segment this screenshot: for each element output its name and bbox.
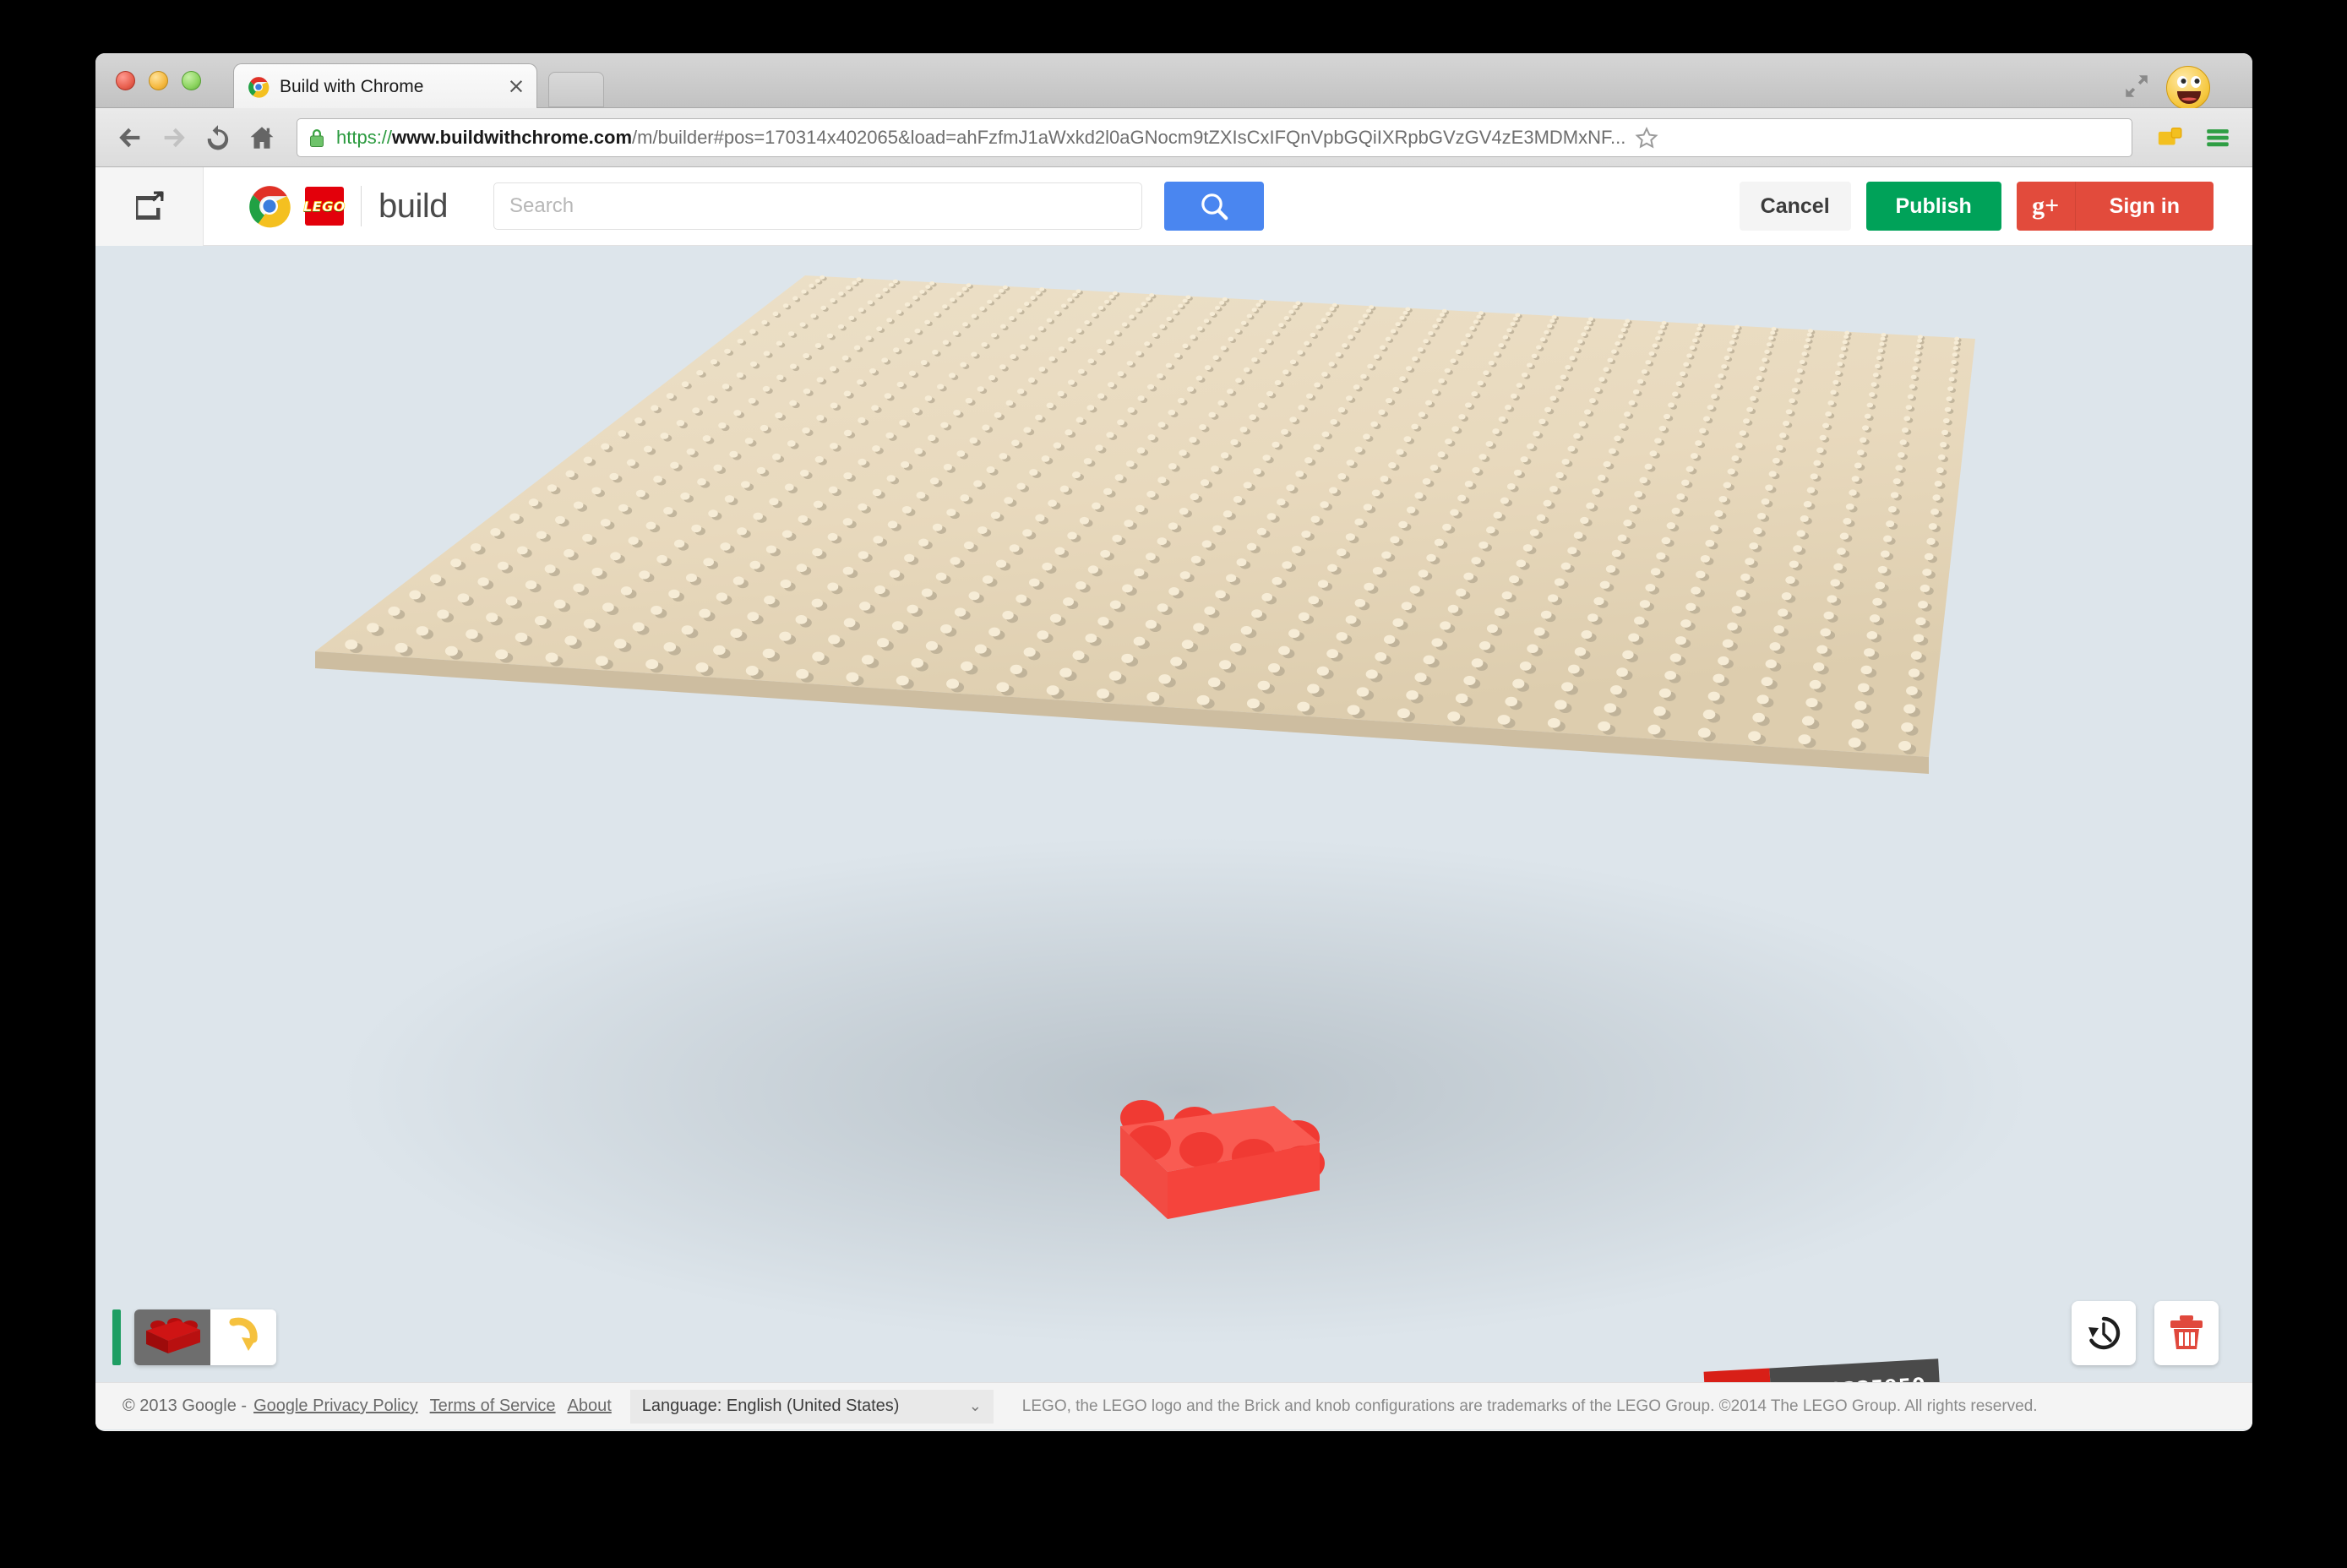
chevron-down-icon: ⌄ [968,1397,982,1414]
history-button[interactable] [2072,1301,2136,1365]
forward-button[interactable] [155,118,193,157]
hamburger-menu-icon [2207,128,2229,146]
legal-text: LEGO, the LEGO logo and the Brick and kn… [1021,1396,2038,1415]
star-icon[interactable] [1634,125,1659,150]
browser-tab-strip: Build with Chrome × [95,53,2252,110]
baseplate-number-text: No. 8325950 [1783,1375,1926,1382]
lock-icon [310,128,324,147]
build-stage[interactable]: LEGO No. 8325950 [95,246,2252,1382]
chrome-icon [248,76,270,98]
share-icon [135,191,164,220]
back-button[interactable] [111,118,150,157]
history-undo-icon [2088,1316,2121,1350]
profile-avatar[interactable] [2166,66,2210,110]
browser-tab-title: Build with Chrome [280,76,424,96]
signin-label: Sign in [2109,193,2180,218]
brick-picker [134,1309,276,1365]
home-button[interactable] [242,118,281,157]
rotate-brick-button[interactable] [210,1309,276,1365]
reload-icon [207,124,229,150]
language-select-label: Language: English (United States) [641,1396,900,1415]
trash-icon [2170,1315,2203,1349]
brand-lockup: LEGO build [248,184,449,228]
home-icon [250,126,274,149]
brand-divider [361,186,362,226]
about-link[interactable]: About [568,1396,612,1416]
back-arrow-icon [119,128,140,147]
publish-button[interactable]: Publish [1865,182,2001,231]
url-path: /m/builder#pos=170314x402065&load=ahFzfm… [632,126,1626,148]
menu-button[interactable] [2198,118,2237,157]
privacy-policy-link[interactable]: Google Privacy Policy [253,1396,418,1416]
lego-logo-icon: LEGO [303,187,346,226]
url-scheme: https:// [336,126,393,148]
copyright-text: © 2013 Google - [123,1396,248,1415]
browser-window: Build with Chrome × https://www.buildwit… [95,53,2252,1431]
awesome-face-icon [2177,76,2201,104]
page-viewport: LEGO build Cancel Publish g+ [95,166,2252,1430]
app-title: build [378,187,449,225]
url-text: https://www.buildwithchrome.com/m/builde… [336,127,1625,149]
share-button[interactable] [95,166,204,246]
fullscreen-icon[interactable] [2122,72,2151,101]
signin-button[interactable]: g+ Sign in [2016,182,2214,231]
search-icon [1201,193,1228,220]
window-close-button[interactable] [116,71,135,90]
search-input[interactable] [493,182,1143,230]
terms-of-service-link[interactable]: Terms of Service [430,1396,556,1416]
address-bar[interactable]: https://www.buildwithchrome.com/m/builde… [297,117,2132,157]
window-zoom-button[interactable] [182,71,201,90]
reload-button[interactable] [199,118,237,157]
window-minimize-button[interactable] [149,71,168,90]
url-host: www.buildwithchrome.com [392,126,633,148]
new-tab-button[interactable] [548,72,604,107]
window-controls [116,71,201,90]
extension-icon [2158,127,2182,144]
tab-close-icon[interactable]: × [506,75,526,97]
delete-button[interactable] [2154,1301,2219,1365]
brick-swatch-button[interactable] [134,1309,210,1365]
chrome-logo-icon [249,186,291,228]
search-button[interactable] [1164,182,1265,231]
browser-toolbar: https://www.buildwithchrome.com/m/builde… [95,108,2252,167]
desktop-background: Build with Chrome × https://www.buildwit… [0,0,2347,1568]
app-header: LEGO build Cancel Publish g+ [95,166,2252,246]
color-indicator[interactable] [112,1309,121,1365]
language-select[interactable]: Language: English (United States) ⌄ [629,1389,994,1424]
header-actions: Cancel Publish g+ Sign in [1739,182,2214,231]
google-plus-icon: g+ [2017,182,2076,231]
rotate-arrow-icon [229,1317,258,1351]
stage-tools [2072,1301,2219,1365]
page-footer: © 2013 Google - Google Privacy Policy Te… [95,1382,2252,1429]
browser-tab[interactable]: Build with Chrome × [233,63,537,109]
forward-arrow-icon [164,128,185,147]
red-brick-icon [146,1318,200,1353]
red-lego-brick[interactable] [1105,1091,1325,1234]
brick-tools [112,1309,276,1365]
cancel-button[interactable]: Cancel [1739,182,1851,231]
extension-button[interactable] [2151,118,2190,157]
lego-logo-text: LEGO [303,198,346,215]
